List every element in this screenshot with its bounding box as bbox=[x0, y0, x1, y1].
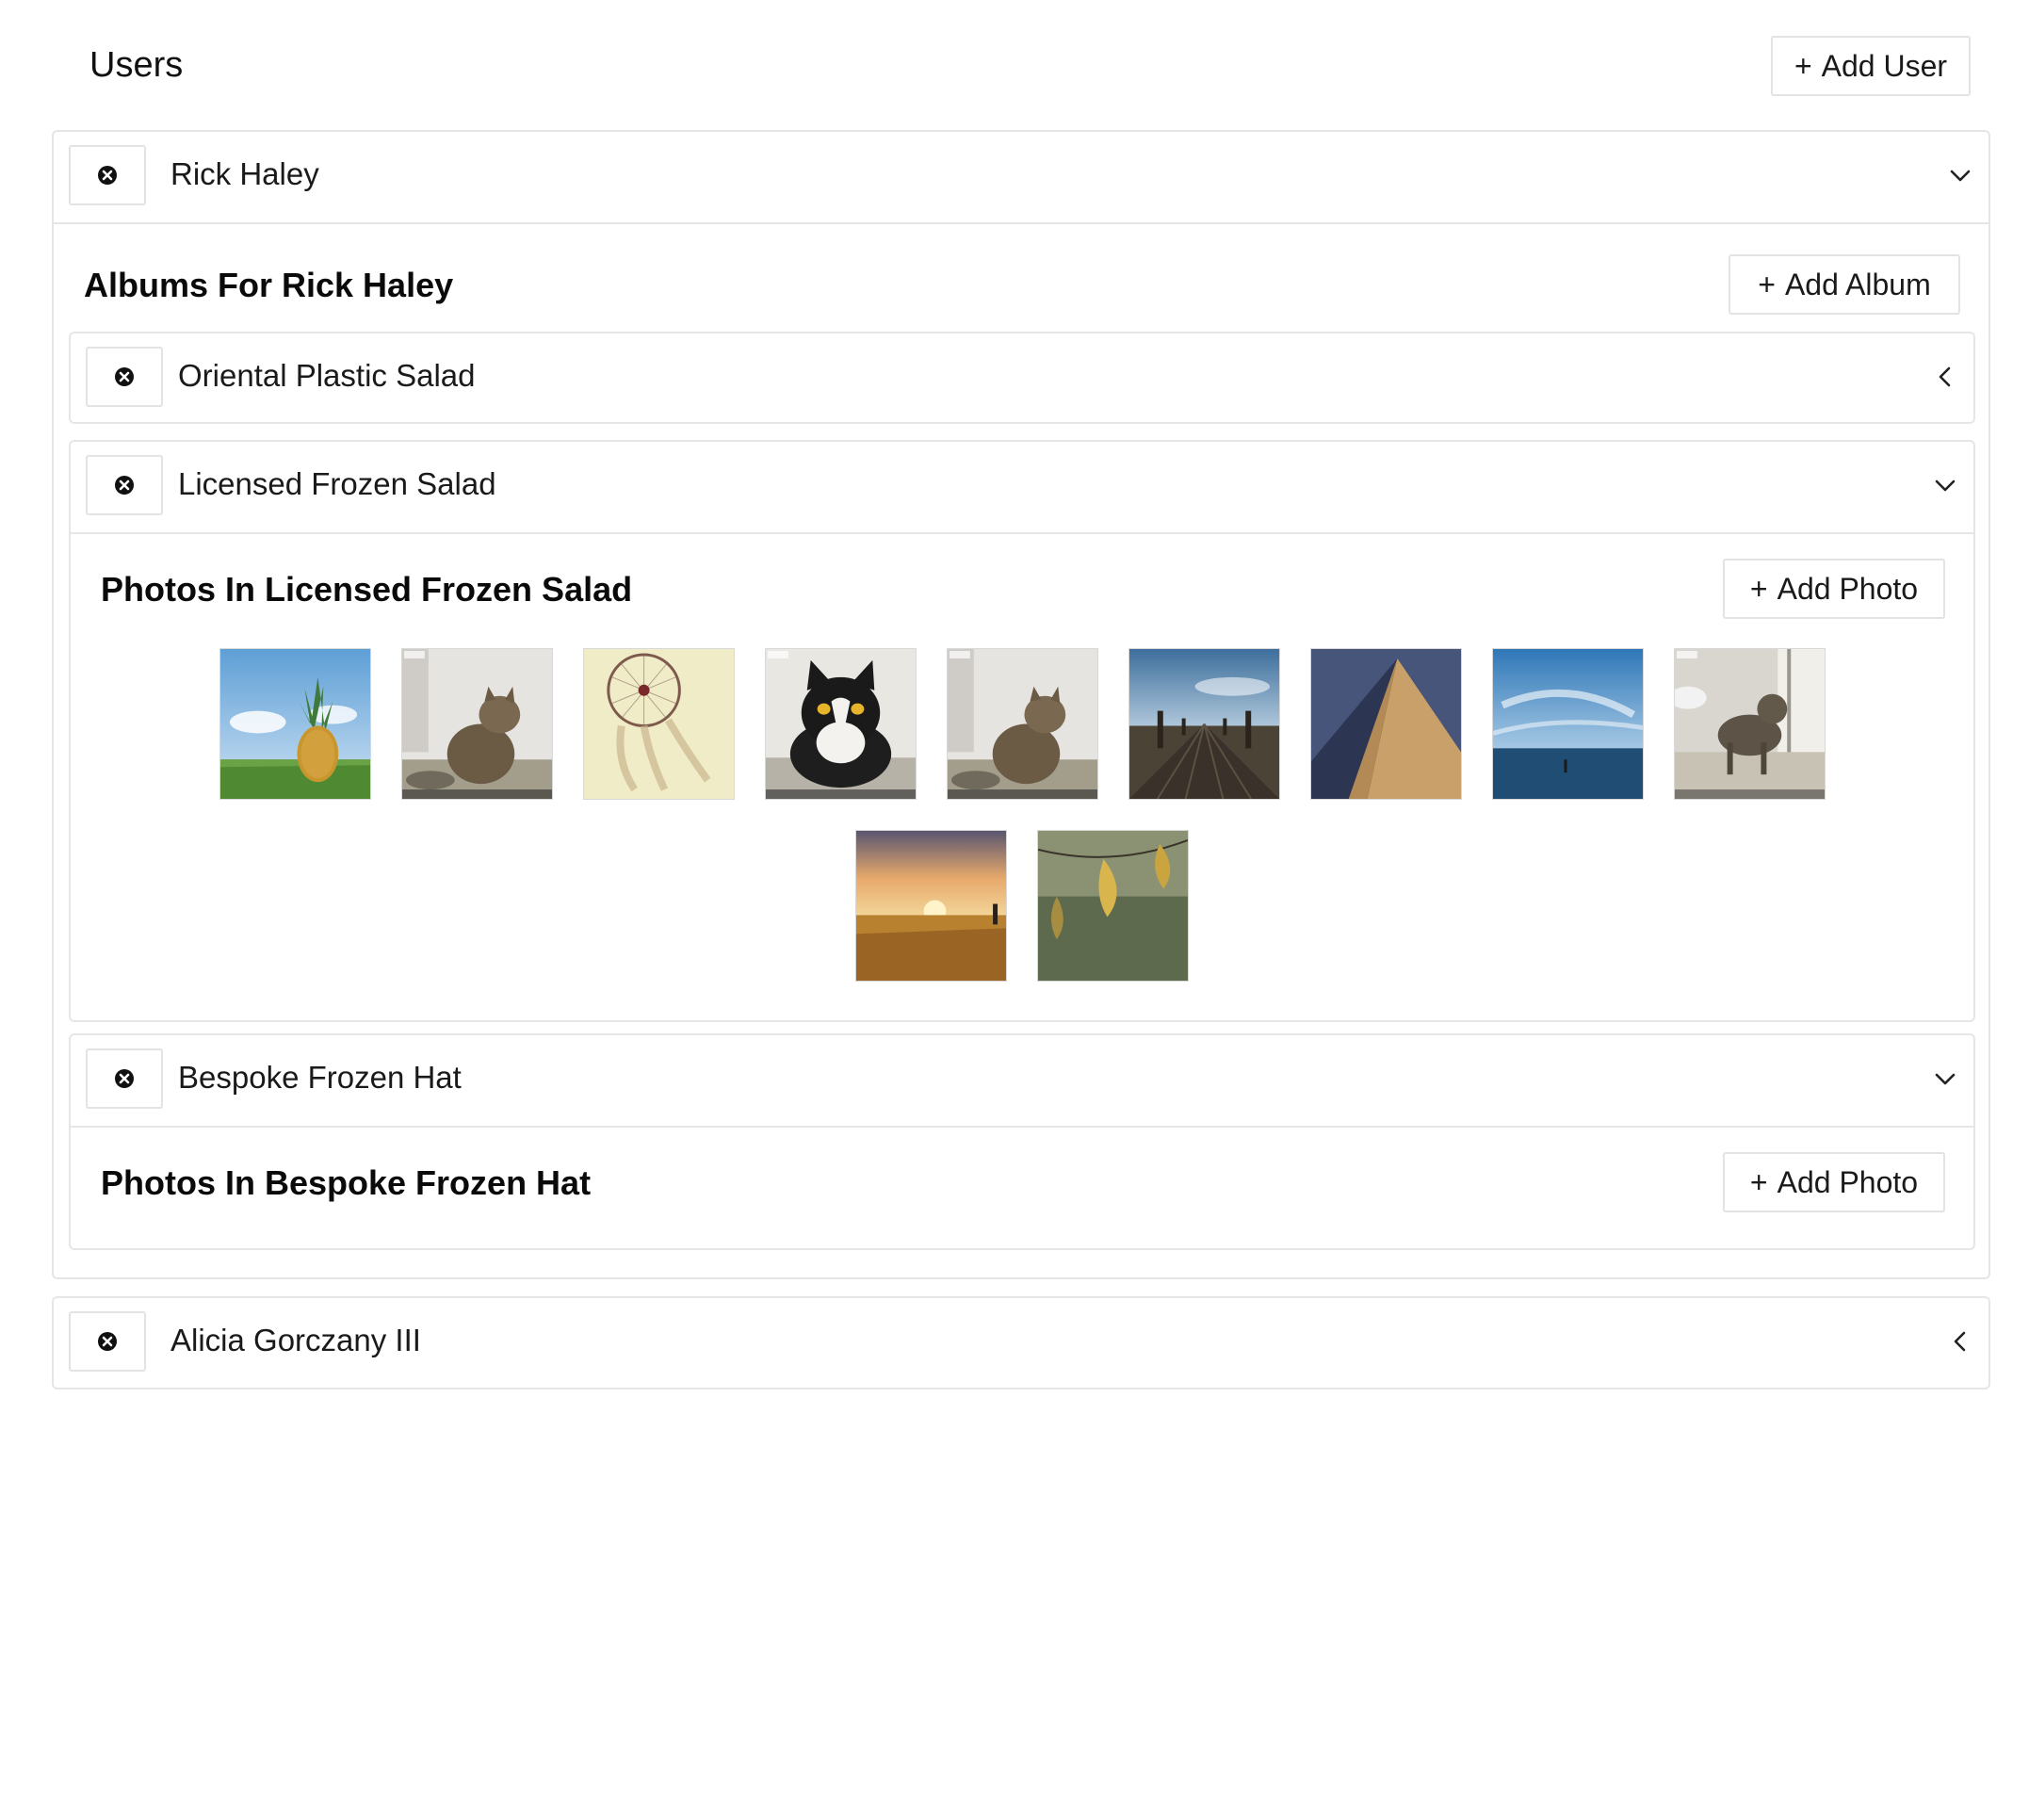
delete-album-button[interactable] bbox=[86, 455, 163, 515]
close-circle-icon bbox=[115, 476, 134, 495]
add-photo-label: Add Photo bbox=[1777, 1164, 1919, 1199]
albums-heading: Albums For Rick Haley bbox=[84, 266, 454, 304]
photo-thumbnail-pineapple[interactable] bbox=[219, 648, 371, 800]
delete-user-button[interactable] bbox=[69, 145, 146, 205]
album-card: Licensed Frozen Salad Photos In Licensed… bbox=[69, 440, 1975, 1022]
user-card: Rick Haley Albums For Rick Haley + Add A… bbox=[52, 130, 1990, 1279]
album-card: Bespoke Frozen Hat Photos In Bespoke Fro… bbox=[69, 1033, 1975, 1250]
photo-thumbnail-autumn-leaves[interactable] bbox=[1037, 830, 1189, 982]
user-header[interactable]: Rick Haley bbox=[54, 132, 1988, 224]
delete-album-button[interactable] bbox=[86, 347, 163, 407]
chevron-down-icon[interactable] bbox=[1932, 472, 1958, 498]
chevron-down-icon[interactable] bbox=[1932, 1065, 1958, 1092]
user-card: Alicia Gorczany III bbox=[52, 1296, 1990, 1389]
photos-heading: Photos In Licensed Frozen Salad bbox=[101, 570, 633, 609]
close-circle-icon bbox=[115, 1069, 134, 1088]
album-header[interactable]: Licensed Frozen Salad bbox=[71, 442, 1973, 534]
add-user-button[interactable]: + Add User bbox=[1771, 36, 1971, 96]
delete-user-button[interactable] bbox=[69, 1311, 146, 1372]
photo-thumbnail-black-white-cat[interactable] bbox=[765, 648, 917, 800]
add-photo-button[interactable]: + Add Photo bbox=[1723, 559, 1945, 619]
delete-album-button[interactable] bbox=[86, 1048, 163, 1109]
album-header[interactable]: Bespoke Frozen Hat bbox=[71, 1035, 1973, 1128]
photo-thumbnail-cat[interactable] bbox=[947, 648, 1098, 800]
close-circle-icon bbox=[115, 367, 134, 386]
chevron-down-icon[interactable] bbox=[1947, 162, 1973, 188]
plus-icon: + bbox=[1794, 48, 1812, 83]
album-name: Licensed Frozen Salad bbox=[178, 466, 496, 501]
photo-thumbnail-sea-sky[interactable] bbox=[1492, 648, 1644, 800]
album-header[interactable]: Oriental Plastic Salad bbox=[71, 333, 1973, 424]
plus-icon: + bbox=[1749, 1164, 1768, 1199]
plus-icon: + bbox=[1758, 267, 1776, 301]
user-name: Alicia Gorczany III bbox=[170, 1323, 421, 1357]
page-title: Users bbox=[89, 45, 184, 85]
photo-thumbnail-sunset-field[interactable] bbox=[855, 830, 1007, 982]
photo-thumbnail-pier[interactable] bbox=[1128, 648, 1280, 800]
photos-heading: Photos In Bespoke Frozen Hat bbox=[101, 1163, 592, 1202]
album-name: Bespoke Frozen Hat bbox=[178, 1060, 462, 1095]
close-circle-icon bbox=[98, 1332, 117, 1351]
photo-thumbnail-cat[interactable] bbox=[401, 648, 553, 800]
add-user-label: Add User bbox=[1821, 48, 1948, 83]
user-header[interactable]: Alicia Gorczany III bbox=[54, 1298, 1988, 1389]
add-album-button[interactable]: + Add Album bbox=[1729, 254, 1960, 315]
chevron-left-icon[interactable] bbox=[1947, 1328, 1973, 1355]
photo-thumbnail-cat-standing[interactable] bbox=[1674, 648, 1826, 800]
close-circle-icon bbox=[98, 166, 117, 185]
chevron-left-icon[interactable] bbox=[1932, 364, 1958, 390]
photo-thumbnail-dreamcatcher[interactable] bbox=[583, 648, 735, 800]
photo-thumbnail-sand-dune[interactable] bbox=[1310, 648, 1462, 800]
album-card: Oriental Plastic Salad bbox=[69, 332, 1975, 424]
users-page: Users + Add User Rick Haley Albums For R… bbox=[0, 0, 2029, 1820]
add-photo-button[interactable]: + Add Photo bbox=[1723, 1152, 1945, 1212]
add-photo-label: Add Photo bbox=[1777, 571, 1919, 606]
user-name: Rick Haley bbox=[170, 156, 319, 191]
album-name: Oriental Plastic Salad bbox=[178, 358, 476, 393]
plus-icon: + bbox=[1749, 571, 1768, 606]
add-album-label: Add Album bbox=[1784, 267, 1931, 301]
